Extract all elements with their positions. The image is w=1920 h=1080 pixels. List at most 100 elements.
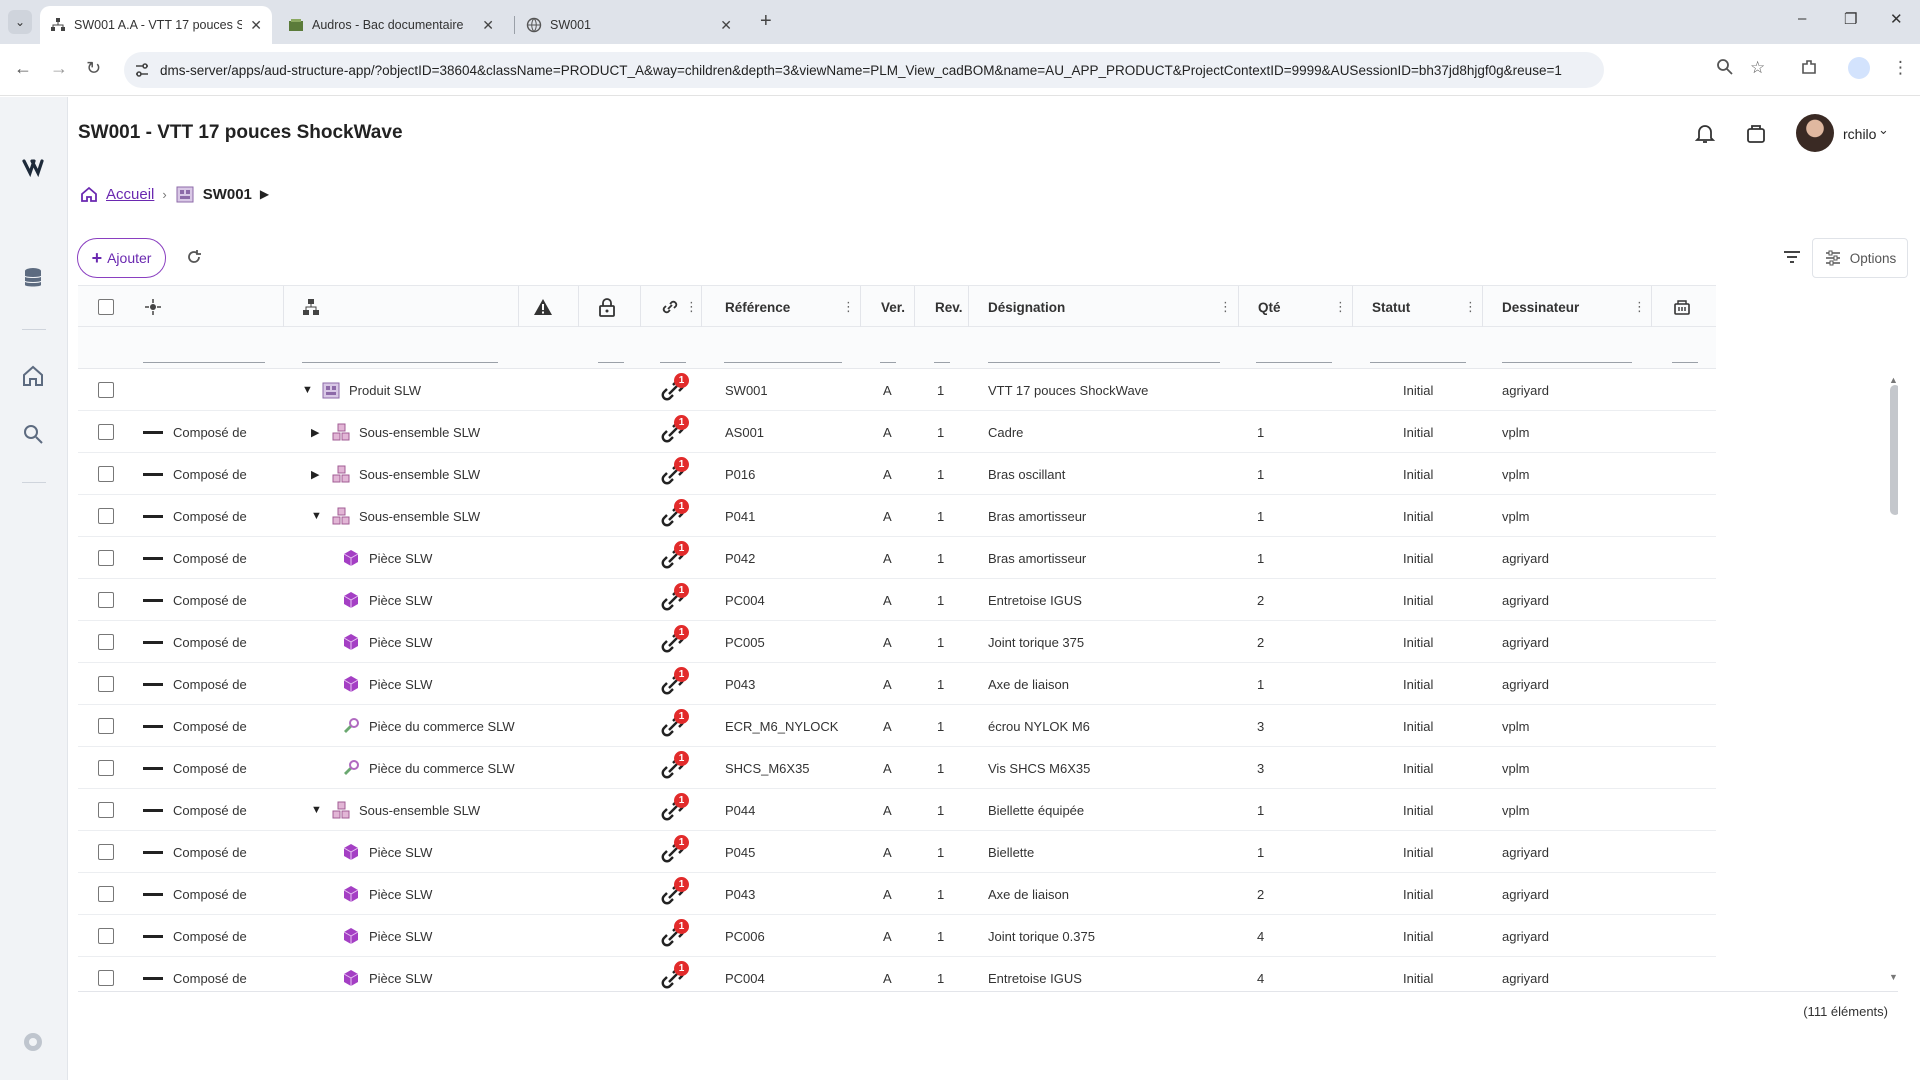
column-menu-icon[interactable]: ⋮ (1464, 299, 1477, 315)
reference-cell[interactable]: P016 (725, 453, 755, 495)
table-row[interactable]: Composé de Pièce SLW 1 P043 A 1 Axe de l… (78, 873, 1716, 915)
user-menu-chevron-down-icon[interactable]: ⌄ (1878, 122, 1889, 138)
filter-lock[interactable] (598, 362, 624, 363)
column-menu-icon[interactable]: ⋮ (842, 299, 855, 315)
attachment-link-icon[interactable]: 1 (660, 667, 689, 697)
extensions-icon[interactable] (1800, 58, 1818, 76)
app-logo-icon[interactable] (20, 155, 46, 181)
tab-audros-bac[interactable]: Audros - Bac documentaire ✕ (278, 6, 504, 44)
search-icon[interactable] (20, 421, 46, 447)
attachment-link-icon[interactable]: 1 (660, 625, 689, 655)
breadcrumb-home-link[interactable]: Accueil (106, 186, 154, 203)
row-checkbox[interactable] (98, 970, 114, 986)
profile-icon[interactable] (1848, 57, 1870, 79)
type-label[interactable]: Pièce du commerce SLW (369, 747, 515, 789)
type-label[interactable]: Sous-ensemble SLW (359, 453, 480, 495)
settings-gear-icon[interactable] (20, 1029, 46, 1055)
table-row[interactable]: Composé de Pièce SLW 1 PC004 A 1 Entreto… (78, 957, 1716, 990)
filter-status[interactable] (1370, 362, 1466, 363)
attachment-link-icon[interactable]: 1 (660, 583, 689, 613)
caret-down-icon[interactable]: ▼ (311, 789, 323, 831)
reference-cell[interactable]: PC006 (725, 915, 765, 957)
filter-revision[interactable] (934, 362, 950, 363)
url-omnibox[interactable]: dms-server/apps/aud-structure-app/?objec… (124, 52, 1604, 88)
filter-basket[interactable] (1672, 362, 1698, 363)
basket-column-icon[interactable] (1673, 297, 1691, 317)
row-checkbox[interactable] (98, 928, 114, 944)
caret-right-icon[interactable]: ▶ (260, 187, 269, 201)
forward-icon[interactable]: → (50, 58, 68, 79)
site-info-icon[interactable] (134, 62, 150, 78)
back-icon[interactable]: ← (14, 58, 32, 79)
tab-close-icon[interactable]: ✕ (250, 17, 262, 34)
table-row[interactable]: ▼ Produit SLW 1 SW001 A 1 VTT 17 pouces … (78, 369, 1716, 411)
tab-search-chevron-icon[interactable]: ⌄ (8, 10, 32, 34)
attachment-link-icon[interactable]: 1 (660, 919, 689, 949)
tab-close-icon[interactable]: ✕ (482, 17, 494, 34)
caret-down-icon[interactable]: ▼ (311, 495, 323, 537)
row-checkbox[interactable] (98, 886, 114, 902)
attachment-link-icon[interactable]: 1 (660, 877, 689, 907)
scroll-up-icon[interactable]: ▲ (1889, 375, 1898, 385)
attachment-link-icon[interactable]: 1 (660, 961, 689, 990)
table-row[interactable]: Composé de Pièce SLW 1 PC004 A 1 Entreto… (78, 579, 1716, 621)
attachment-link-icon[interactable]: 1 (660, 541, 689, 571)
scroll-down-icon[interactable]: ▼ (1889, 972, 1898, 982)
row-checkbox[interactable] (98, 760, 114, 776)
tab-sw001[interactable]: SW001 ✕ (516, 6, 742, 44)
table-row[interactable]: Composé de Pièce SLW 1 PC005 A 1 Joint t… (78, 621, 1716, 663)
table-row[interactable]: Composé de ▼ Sous-ensemble SLW 1 P041 A … (78, 495, 1716, 537)
table-row[interactable]: Composé de ▶ Sous-ensemble SLW 1 P016 A … (78, 453, 1716, 495)
filter-hierarchy[interactable] (302, 362, 498, 363)
table-row[interactable]: Composé de Pièce SLW 1 PC006 A 1 Joint t… (78, 915, 1716, 957)
row-checkbox[interactable] (98, 676, 114, 692)
home-icon[interactable] (20, 363, 46, 389)
header-version[interactable]: Ver. (881, 286, 905, 328)
reference-cell[interactable]: PC004 (725, 579, 765, 621)
refresh-icon[interactable] (185, 248, 203, 266)
filter-link[interactable] (660, 362, 686, 363)
options-button[interactable]: Options (1812, 238, 1908, 278)
table-row[interactable]: Composé de ▼ Sous-ensemble SLW 1 P044 A … (78, 789, 1716, 831)
header-reference[interactable]: Référence (725, 286, 790, 328)
reference-cell[interactable]: P045 (725, 831, 755, 873)
table-row[interactable]: Composé de Pièce du commerce SLW 1 SHCS_… (78, 747, 1716, 789)
header-status[interactable]: Statut (1372, 286, 1410, 328)
reference-cell[interactable]: P041 (725, 495, 755, 537)
row-checkbox[interactable] (98, 634, 114, 650)
attachment-link-icon[interactable]: 1 (660, 499, 689, 529)
database-icon[interactable] (20, 265, 46, 291)
header-designer[interactable]: Dessinateur (1502, 286, 1579, 328)
scroll-thumb[interactable] (1890, 385, 1898, 515)
type-label[interactable]: Pièce du commerce SLW (369, 705, 515, 747)
table-row[interactable]: Composé de Pièce SLW 1 P045 A 1 Biellett… (78, 831, 1716, 873)
hierarchy-column-icon[interactable] (302, 298, 320, 316)
type-label[interactable]: Sous-ensemble SLW (359, 789, 480, 831)
reference-cell[interactable]: P044 (725, 789, 755, 831)
relation-column-icon[interactable] (144, 298, 162, 316)
vertical-scrollbar[interactable]: ▲ ▼ (1886, 375, 1898, 985)
row-checkbox[interactable] (98, 592, 114, 608)
attachment-link-icon[interactable]: 1 (660, 415, 689, 445)
type-label[interactable]: Pièce SLW (369, 663, 432, 705)
notification-bell-icon[interactable] (1694, 122, 1716, 144)
row-checkbox[interactable] (98, 802, 114, 818)
filter-qty[interactable] (1256, 362, 1332, 363)
filter-relation[interactable] (143, 362, 265, 363)
reference-cell[interactable]: P042 (725, 537, 755, 579)
attachment-link-icon[interactable]: 1 (660, 751, 689, 781)
home-icon[interactable] (80, 185, 98, 203)
column-menu-icon[interactable]: ⋮ (1334, 299, 1347, 315)
window-close-icon[interactable]: ✕ (1890, 10, 1903, 28)
zoom-icon[interactable] (1716, 58, 1734, 76)
reference-cell[interactable]: PC005 (725, 621, 765, 663)
filter-designation[interactable] (988, 362, 1220, 363)
select-all-checkbox[interactable] (98, 299, 114, 315)
header-qty[interactable]: Qté (1258, 286, 1281, 328)
type-label[interactable]: Pièce SLW (369, 831, 432, 873)
attachment-link-icon[interactable]: 1 (660, 457, 689, 487)
filter-reference[interactable] (724, 362, 842, 363)
type-label[interactable]: Pièce SLW (369, 957, 432, 990)
header-designation[interactable]: Désignation (988, 286, 1065, 328)
browser-menu-icon[interactable]: ⋮ (1892, 58, 1909, 78)
